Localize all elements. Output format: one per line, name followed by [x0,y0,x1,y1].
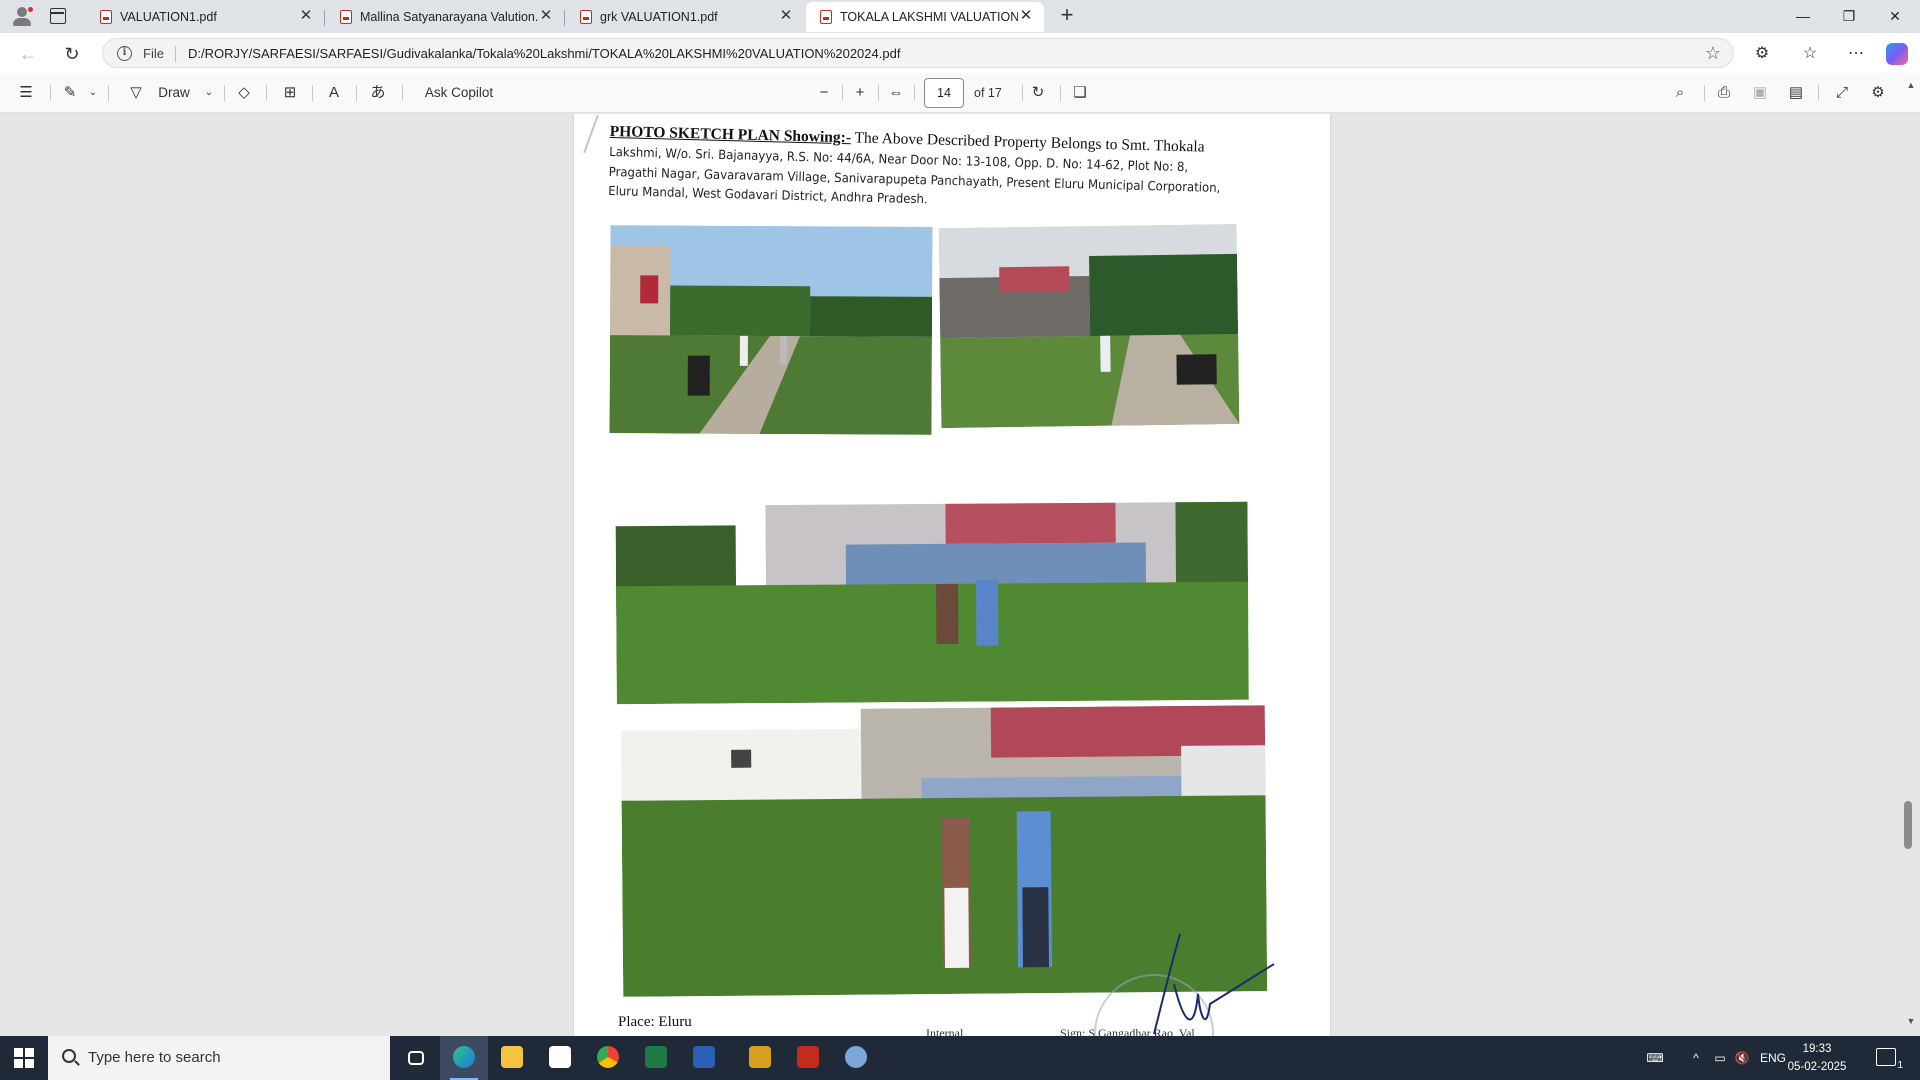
site-photo-1 [609,225,933,435]
pdf-page: PHOTO SKETCH PLAN Showing:- The Above De… [574,114,1330,1036]
windows-start-icon[interactable] [14,1048,34,1068]
page-view-icon[interactable]: ❏ [1068,81,1092,105]
task-view-icon[interactable] [392,1036,440,1080]
pdf-file-icon [340,10,352,24]
tool-app-taskbar-icon[interactable] [832,1036,880,1080]
close-window-button[interactable]: ✕ [1872,0,1918,33]
mail-taskbar-icon[interactable] [536,1036,584,1080]
clock-time: 19:33 [1802,1043,1832,1055]
network-icon[interactable]: ▭ [1710,1036,1730,1080]
show-hidden-icons-chevron-icon[interactable]: ^ [1686,1036,1706,1080]
scheme-label: File [143,46,164,61]
clock-date: 05-02-2025 [1787,1061,1847,1073]
ask-copilot-button[interactable]: Ask Copilot [414,81,504,105]
contents-icon[interactable]: ☰ [14,81,38,105]
extensions-icon[interactable]: ⚙ [1750,42,1774,66]
volume-muted-icon[interactable]: 🔇 [1732,1036,1752,1080]
notification-count: 1 [1897,1060,1903,1071]
minimize-button[interactable]: — [1780,0,1826,33]
file-explorer-taskbar-icon[interactable] [488,1036,536,1080]
pdf-viewer[interactable]: PHOTO SKETCH PLAN Showing:- The Above De… [0,114,1920,1036]
favorite-star-icon[interactable]: ☆ [1705,43,1721,64]
close-tab-icon[interactable]: ✕ [538,8,554,24]
fullscreen-icon[interactable]: ⤢ [1830,81,1854,105]
tab-mallina-satyanarayana[interactable]: Mallina Satyanarayana Valution.pdf ✕ [326,2,565,32]
scroll-down-arrow-icon[interactable]: ▼ [1904,1016,1918,1030]
highlight-icon[interactable]: ✎ [58,81,82,105]
search-icon [62,1049,76,1063]
tab-valuation1[interactable]: VALUATION1.pdf ✕ [86,2,325,32]
settings-gear-icon[interactable]: ⚙ [1866,81,1890,105]
draw-dropdown-icon[interactable]: ⌄ [202,81,216,105]
tab-title: VALUATION1.pdf [120,10,217,24]
close-tab-icon[interactable]: ✕ [778,8,794,24]
scroll-up-arrow-icon[interactable]: ▲ [1904,80,1918,94]
vertical-scrollbar-thumb[interactable] [1904,801,1912,849]
new-tab-button[interactable]: + [1055,4,1079,28]
draw-button[interactable]: Draw [154,81,194,105]
pdf-file-icon [100,10,112,24]
profile-icon[interactable] [12,6,34,26]
highlight-dropdown-icon[interactable]: ⌄ [86,81,100,105]
pdf-file-icon [820,10,832,24]
rotate-icon[interactable]: ↻ [1026,81,1050,105]
translate-icon[interactable]: あ [366,81,390,105]
notification-center-icon[interactable]: 1 [1876,1048,1903,1071]
restore-button[interactable]: ❐ [1826,0,1872,33]
word-taskbar-icon[interactable] [680,1036,728,1080]
page-count-label: of 17 [974,86,1002,100]
tab-grk-valuation1[interactable]: grk VALUATION1.pdf ✕ [566,2,804,32]
save-icon[interactable]: ▣ [1748,81,1772,105]
tab-tokala-lakshmi-valuation[interactable]: TOKALA LAKSHMI VALUATION 2024.pdf ✕ [806,2,1044,32]
tab-strip: VALUATION1.pdf ✕ Mallina Satyanarayana V… [0,0,1920,33]
tab-title: TOKALA LAKSHMI VALUATION 2024.pdf [840,10,1018,24]
windows-taskbar: Type here to search ⌨ ^ ▭ 🔇 ENG 19:33 05… [0,1036,1920,1080]
save-as-icon[interactable]: ▤ [1784,81,1808,105]
copilot-icon[interactable] [1886,43,1908,65]
place-label: Place: Eluru [618,1014,692,1030]
edge-taskbar-icon[interactable] [440,1036,488,1080]
system-clock[interactable]: 19:33 05-02-2025 [1780,1040,1854,1076]
pdf-file-icon [580,10,592,24]
tab-actions-icon[interactable] [50,8,66,24]
tab-title: Mallina Satyanarayana Valution.pdf [360,10,538,24]
pinned-app-taskbar-icon[interactable] [736,1036,784,1080]
excel-taskbar-icon[interactable] [632,1036,680,1080]
more-options-icon[interactable]: ⋯ [1844,42,1868,66]
close-tab-icon[interactable]: ✕ [298,8,314,24]
site-photo-2 [938,223,1240,429]
search-icon[interactable]: ⌕ [1668,81,1692,105]
back-button[interactable]: ← [14,40,42,68]
draw-icon[interactable]: ▽ [124,81,148,105]
address-bar[interactable]: i File D:/RORJY/SARFAESI/SARFAESI/Gudiva… [102,38,1734,68]
print-icon[interactable]: ⎙ [1712,81,1736,105]
pdf-toolbar: ☰ ✎ ⌄ ▽ Draw ⌄ ◇ ⊞ A あ Ask Copilot − + ⇔… [0,73,1920,113]
refresh-button[interactable]: ↻ [58,40,86,68]
close-tab-icon[interactable]: ✕ [1018,8,1034,24]
chrome-taskbar-icon[interactable] [584,1036,632,1080]
signature-line-fragment: Sign: S.Gangadhar Rao, Val [1060,1026,1195,1036]
favorites-icon[interactable]: ☆ [1798,42,1822,66]
site-photo-3 [615,461,1249,705]
eraser-icon[interactable]: ◇ [232,81,256,105]
page-number-input[interactable]: 14 [924,78,964,108]
tab-title: grk VALUATION1.pdf [600,10,718,24]
fit-to-width-icon[interactable]: ⇔ [884,81,908,105]
read-aloud-icon[interactable]: A [322,81,346,105]
taskbar-search-box[interactable]: Type here to search [48,1036,390,1080]
text-box-icon[interactable]: ⊞ [278,81,302,105]
zoom-out-icon[interactable]: − [812,81,836,105]
search-placeholder: Type here to search [88,1049,221,1066]
document-heading-block: PHOTO SKETCH PLAN Showing:- The Above De… [608,122,1270,218]
url-text[interactable]: D:/RORJY/SARFAESI/SARFAESI/Gudivakalanka… [188,46,900,61]
keyboard-icon[interactable]: ⌨ [1640,1036,1670,1080]
address-bar-row: ← ↻ i File D:/RORJY/SARFAESI/SARFAESI/Gu… [0,33,1920,73]
handwritten-signature [1153,933,1275,1035]
pdf-app-taskbar-icon[interactable] [784,1036,832,1080]
info-icon[interactable]: i [117,46,132,61]
footer-fragment: Internal [926,1026,964,1036]
zoom-in-icon[interactable]: + [848,81,872,105]
